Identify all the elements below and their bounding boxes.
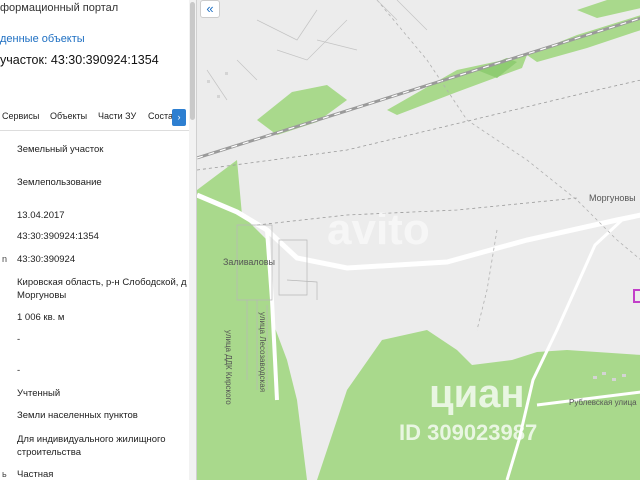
attribute-value: -	[17, 365, 21, 376]
tab-services[interactable]: Сервисы	[2, 111, 39, 121]
attribute-value: 43:30:390924	[17, 254, 76, 265]
tabs-next-button[interactable]: ›	[172, 109, 186, 126]
attribute-value: Для индивидуального жилищного строительс…	[17, 434, 166, 458]
panel-tabs: Сервисы Объекты Части ЗУ Соста ›	[0, 104, 196, 131]
attribute-value: 1 006 кв. м	[17, 312, 65, 323]
attribute-value: -	[17, 334, 21, 345]
attribute-value: 43:30:390924:1354	[17, 231, 99, 242]
label-street-ddk: улица ДДК Кирского	[224, 330, 233, 405]
attribute-value: 13.04.2017	[17, 210, 65, 221]
watermark-avito: avito	[327, 205, 430, 254]
label-zalivalovy: Заливаловы	[223, 257, 276, 267]
north-parcels	[206, 0, 428, 101]
tab-parcel-parts[interactable]: Части ЗУ	[98, 111, 136, 121]
label-street-lumber: улица Лесозаводская	[258, 312, 267, 393]
attribute-value: Земли населенных пунктов	[17, 410, 138, 421]
attribute-value: Кировская область, р-н Слободской, д Мор…	[17, 277, 187, 301]
collapse-panel-button[interactable]: «	[200, 0, 220, 18]
info-panel: формационный портал денные объекты участ…	[0, 0, 196, 480]
forest-area	[257, 85, 347, 135]
attribute-value: Учтенный	[17, 388, 61, 399]
attribute-label: n	[2, 254, 8, 264]
label-morgunovy: Моргуновы	[589, 193, 636, 203]
watermark-id: ID 309023987	[399, 420, 538, 445]
attribute-value: Землепользование	[17, 177, 102, 188]
attribute-value: Частная	[17, 469, 54, 480]
cadastral-map[interactable]: « Моргуновы Заливаловы улица ДДК Кирског…	[196, 0, 640, 480]
watermark-brand: циан	[429, 372, 525, 416]
panel-scrollbar[interactable]	[189, 0, 196, 480]
tab-objects[interactable]: Объекты	[50, 111, 87, 121]
attribute-value: Земельный участок	[17, 144, 104, 155]
portal-title: формационный портал	[0, 2, 119, 14]
tab-composition[interactable]: Соста	[148, 111, 173, 121]
forest-area	[577, 0, 640, 18]
boundary-line	[476, 229, 498, 331]
found-objects-link[interactable]: денные объекты	[0, 33, 85, 45]
scrollbar-thumb[interactable]	[190, 2, 195, 120]
parcel-marker	[633, 289, 640, 303]
forest-area	[527, 15, 640, 62]
parcel-title: участок: 43:30:390924:1354	[0, 53, 159, 67]
forest-area	[197, 160, 307, 480]
label-street-rublevskaya: Рублевская улица	[569, 398, 637, 407]
attribute-label: ь	[2, 469, 7, 479]
